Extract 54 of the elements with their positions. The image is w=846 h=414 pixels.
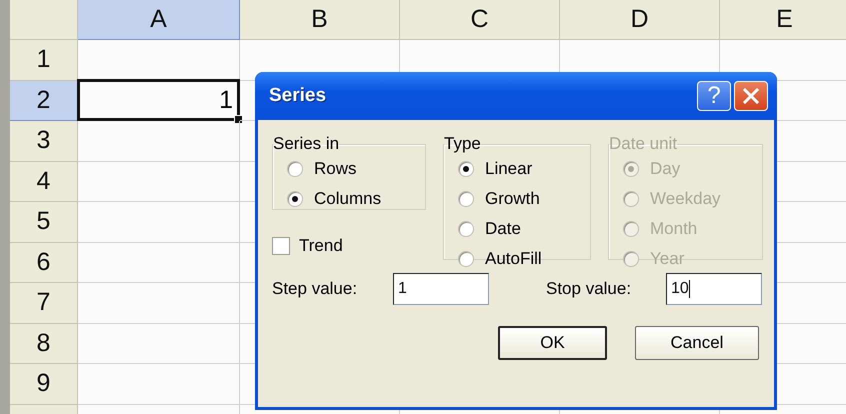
radio-button[interactable] [458, 221, 474, 237]
ok-button[interactable]: OK [498, 326, 607, 360]
option-label: Month [650, 219, 698, 239]
option-label: Day [650, 159, 680, 179]
window-title: Series [268, 85, 328, 107]
table-cell[interactable] [78, 283, 240, 324]
close-icon [741, 86, 761, 106]
option-label[interactable]: AutoFill [485, 249, 542, 269]
input-field[interactable]: 10 [666, 273, 762, 305]
column-header[interactable]: A [78, 0, 240, 40]
checkbox-label[interactable]: Trend [299, 236, 343, 256]
column-header[interactable]: C [400, 0, 560, 40]
table-cell[interactable] [78, 242, 240, 283]
table-cell[interactable]: 1 [77, 78, 240, 121]
table-cell[interactable] [78, 364, 240, 404]
radio-button[interactable] [287, 191, 303, 207]
row-header[interactable]: 6 [10, 242, 78, 283]
option-label[interactable]: Date [485, 219, 521, 239]
radio-button[interactable] [287, 161, 303, 177]
option-label[interactable]: Rows [314, 159, 357, 179]
row-header[interactable]: 2 [10, 80, 78, 121]
row-header[interactable]: 8 [10, 324, 78, 364]
column-header[interactable]: E [720, 0, 846, 40]
table-cell[interactable] [78, 324, 240, 364]
column-header[interactable]: B [240, 0, 400, 40]
option-label: Weekday [650, 189, 721, 209]
checkbox[interactable] [272, 237, 290, 255]
row-header[interactable]: 7 [10, 283, 78, 324]
field-label: Step value: [272, 279, 358, 299]
radio-button[interactable] [458, 251, 474, 267]
row-header[interactable]: 5 [10, 202, 78, 242]
column-header[interactable]: D [560, 0, 720, 40]
option-label[interactable]: Columns [314, 189, 382, 209]
fill-handle[interactable] [234, 115, 243, 124]
row-header[interactable]: 3 [10, 121, 78, 162]
row-header[interactable]: 9 [10, 364, 78, 404]
row-header[interactable]: 1 [10, 40, 78, 80]
row-header[interactable]: 4 [10, 162, 78, 202]
group-title: Series in [273, 134, 340, 154]
input-field[interactable]: 1 [393, 273, 489, 305]
close-button[interactable] [734, 81, 768, 111]
table-cell[interactable] [78, 162, 240, 202]
radio-button[interactable] [458, 161, 474, 177]
option-label[interactable]: Growth [485, 189, 540, 209]
table-cell[interactable] [78, 121, 240, 162]
radio-button[interactable] [458, 191, 474, 207]
cancel-button[interactable]: Cancel [635, 326, 759, 360]
field-label: Stop value: [546, 279, 632, 299]
select-all-corner[interactable] [10, 0, 78, 40]
group-title: Type [444, 134, 481, 154]
option-label: Year [650, 249, 684, 269]
group-title: Date unit [609, 134, 678, 154]
option-label[interactable]: Linear [485, 159, 532, 179]
table-cell[interactable] [78, 202, 240, 242]
